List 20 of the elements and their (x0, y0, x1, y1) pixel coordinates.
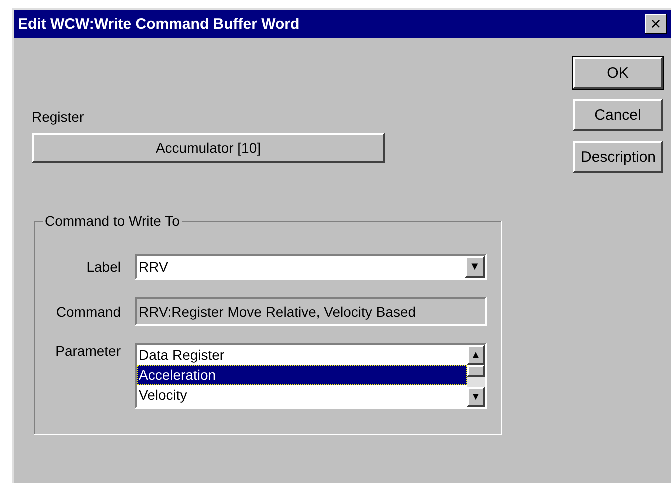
command-field: RRV:Register Move Relative, Velocity Based (135, 297, 487, 326)
dialog-button[interactable]: Cancel (573, 99, 663, 131)
dialog-button[interactable]: OK (573, 57, 663, 89)
group-title: Command to Write To (43, 213, 182, 229)
list-item[interactable]: Velocity (137, 385, 467, 405)
label-dropdown[interactable]: RRV ▼ (135, 254, 487, 280)
register-label: Register (32, 109, 86, 125)
dialog-button[interactable]: Description (573, 141, 663, 173)
list-item[interactable]: Data Register (137, 345, 467, 365)
scroll-thumb[interactable] (467, 365, 485, 377)
scroll-down-button[interactable]: ▼ (467, 387, 485, 407)
command-label: Command (55, 304, 122, 320)
parameter-label: Parameter (54, 343, 122, 359)
scrollbar-track (467, 377, 485, 387)
close-button[interactable]: × (645, 14, 667, 34)
list-item[interactable]: Acceleration (137, 365, 467, 385)
register-button[interactable]: Accumulator [10] (32, 133, 385, 163)
window-title: Edit WCW:Write Command Buffer Word (18, 16, 300, 32)
label-label: Label (86, 259, 122, 275)
scroll-up-button[interactable]: ▲ (467, 345, 485, 365)
